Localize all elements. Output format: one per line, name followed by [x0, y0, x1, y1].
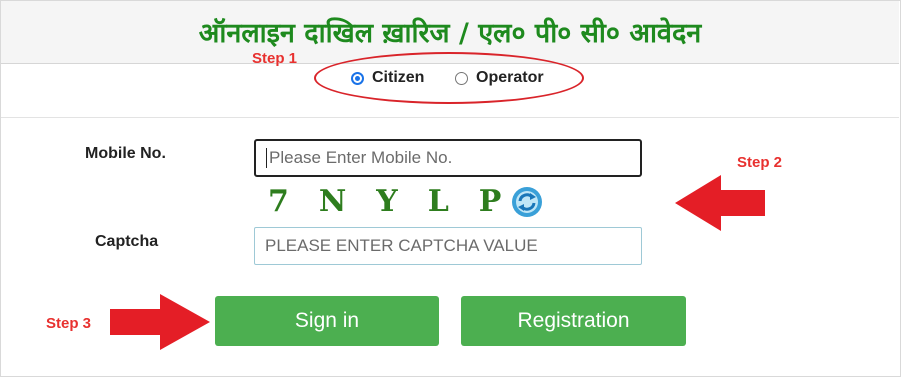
step3-annotation: Step 3 — [46, 315, 92, 332]
radio-citizen-label[interactable]: Citizen — [372, 69, 424, 87]
radio-operator[interactable]: Operator — [455, 69, 544, 87]
captcha-input[interactable]: PLEASE ENTER CAPTCHA VALUE — [254, 227, 642, 265]
radio-operator-label[interactable]: Operator — [476, 69, 544, 87]
mobile-label: Mobile No. — [85, 145, 166, 162]
step2-annotation: Step 2 — [737, 154, 783, 171]
mobile-placeholder: Please Enter Mobile No. — [269, 148, 453, 167]
step3-arrow-icon — [110, 294, 210, 350]
radio-citizen-button[interactable] — [351, 71, 364, 85]
captcha-image: 7NYLP — [268, 184, 532, 219]
registration-button[interactable]: Registration — [461, 296, 686, 346]
step2-arrow-icon — [675, 175, 765, 231]
step1-annotation: Step 1 — [252, 50, 298, 67]
sign-in-button[interactable]: Sign in — [215, 296, 439, 346]
divider — [1, 117, 899, 118]
refresh-captcha-icon[interactable] — [511, 186, 543, 218]
text-caret — [266, 148, 267, 168]
page-title: ऑनलाइन दाखिल ख़ारिज / एल० पी० सी० आवेदन — [198, 18, 702, 49]
radio-operator-button[interactable] — [455, 71, 468, 85]
captcha-placeholder: PLEASE ENTER CAPTCHA VALUE — [265, 236, 538, 255]
captcha-label: Captcha — [95, 233, 159, 250]
radio-citizen[interactable]: Citizen — [351, 69, 424, 87]
mobile-input[interactable]: Please Enter Mobile No. — [254, 139, 642, 177]
